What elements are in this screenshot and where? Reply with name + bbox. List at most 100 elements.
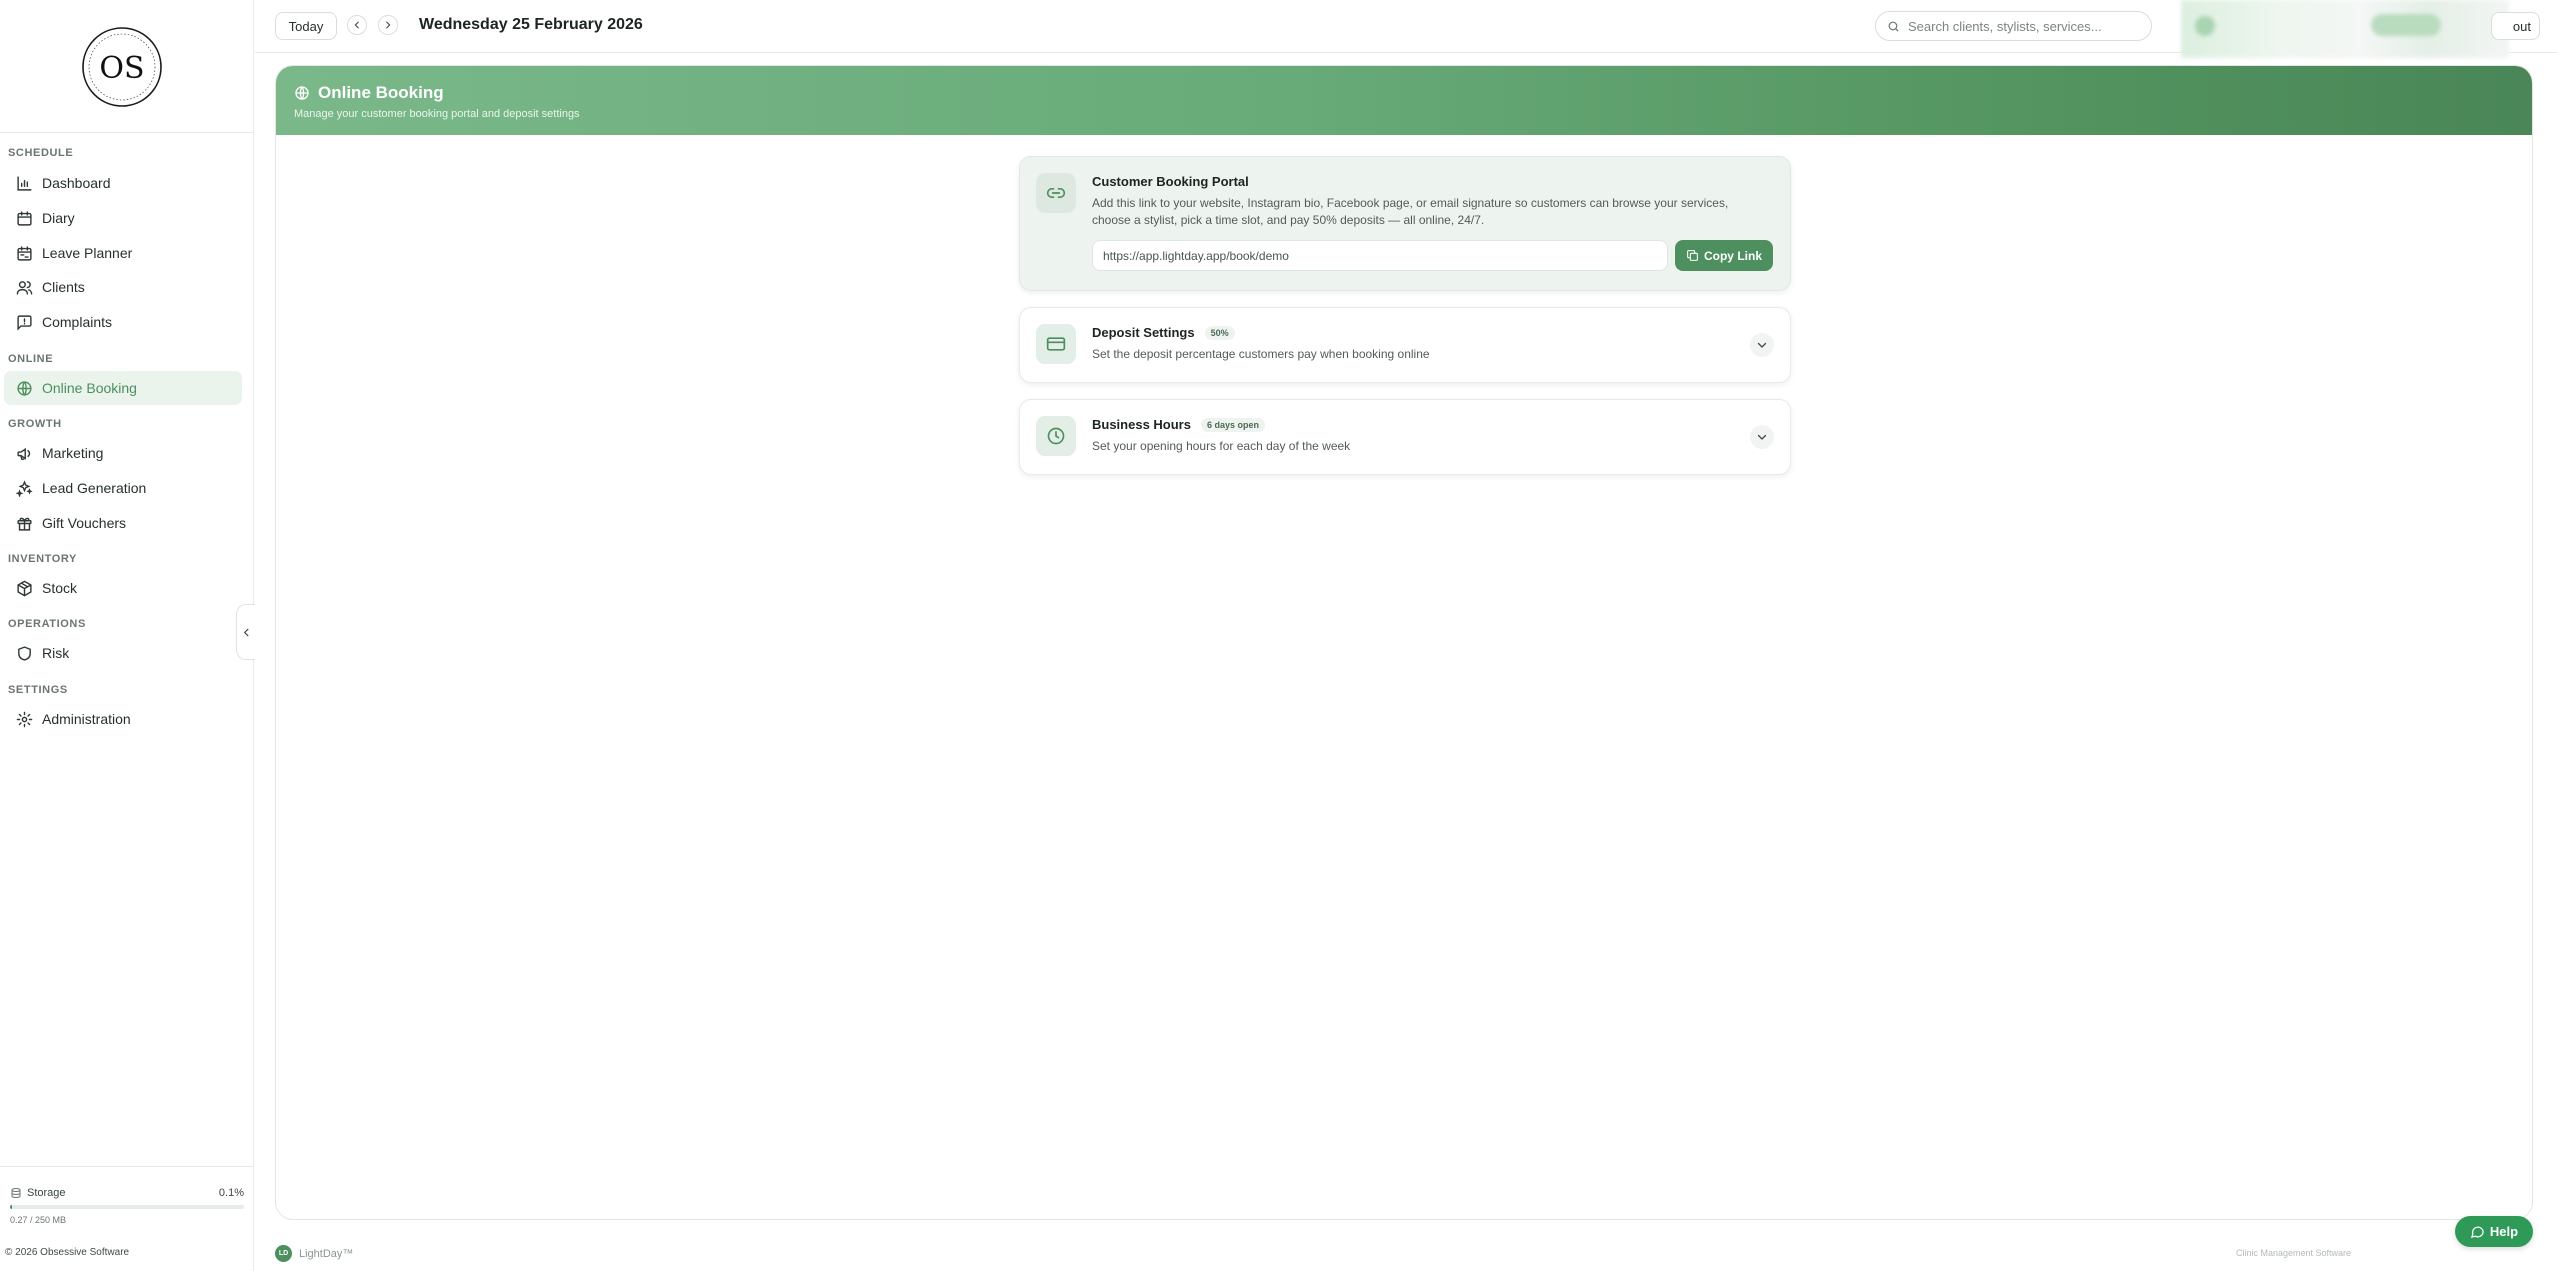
chart-icon [17,175,32,191]
sidebar-item-diary[interactable]: Diary [4,201,242,235]
sidebar-item-risk[interactable]: Risk [4,636,242,670]
booking-url-field[interactable] [1092,240,1668,271]
storage-size: 0.27 / 250 MB [10,1215,67,1225]
globe-icon [17,380,32,396]
link-icon [1046,188,1066,198]
sidebar: OS SCHEDULE Dashboard Diary Leave Planne… [0,0,254,1271]
deposit-title: Deposit Settings 50% [1092,325,1235,340]
credit-card-icon [1046,337,1066,351]
database-icon [11,1188,21,1199]
portal-title-text: Customer Booking Portal [1092,174,1249,189]
sidebar-item-label: Lead Generation [42,480,147,496]
user-profile-area[interactable] [2181,0,2509,58]
top-bar: Today Wednesday 25 February 2026 out [255,0,2557,58]
brand-name: LightDay™ [299,1247,354,1260]
section-growth: GROWTH [8,418,62,430]
sidebar-item-dashboard[interactable]: Dashboard [4,166,242,200]
copy-link-button[interactable]: Copy Link [1675,240,1773,271]
copy-link-label: Copy Link [1703,248,1762,263]
sidebar-item-stock[interactable]: Stock [4,571,242,605]
copyright: © 2026 Obsessive Software [5,1247,130,1258]
sidebar-item-marketing[interactable]: Marketing [4,436,242,470]
sidebar-collapse-button[interactable] [236,604,255,660]
hours-badge: 6 days open [1200,417,1266,432]
message-square-icon [17,314,32,331]
storage-progress-fill [10,1205,13,1209]
globe-icon [295,86,309,100]
section-settings: SETTINGS [8,684,68,696]
clock-icon [1047,427,1065,445]
search-box[interactable] [1875,11,2152,41]
hours-title-text: Business Hours [1092,417,1191,432]
sidebar-item-complaints[interactable]: Complaints [4,305,242,339]
section-operations: OPERATIONS [8,618,86,630]
footer-brand: LD LightDay™ [275,1245,353,1262]
shield-icon [18,645,31,661]
sidebar-item-label: Marketing [42,445,104,461]
next-day-button[interactable] [378,15,398,35]
deposit-badge: 50% [1204,325,1235,340]
sidebar-item-lead-generation[interactable]: Lead Generation [4,471,242,505]
portal-description: Add this link to your website, Instagram… [1092,196,1729,227]
sidebar-item-label: Administration [42,711,131,727]
sidebar-item-label: Risk [42,645,70,661]
calendar-icon [17,210,32,226]
avatar [2195,16,2215,36]
storage-label: Storage [27,1187,66,1199]
page-title: Online Booking [318,83,444,102]
section-online: ONLINE [8,353,54,365]
sidebar-item-label: Complaints [42,314,113,330]
page-title-row: Online Booking [294,83,444,103]
sidebar-item-gift-vouchers[interactable]: Gift Vouchers [4,506,242,540]
users-icon [16,280,33,295]
storage-percent: 0.1% [218,1187,244,1199]
brand-logo: LD [275,1245,292,1262]
search-icon [1888,21,1899,31]
gift-icon [17,517,32,531]
deposit-settings-card[interactable]: Deposit Settings 50% Set the deposit per… [1019,307,1791,383]
sidebar-item-label: Gift Vouchers [42,515,127,531]
footer-tagline: Clinic Management Software [2236,1248,2352,1258]
chevron-down-icon [1757,434,1767,440]
help-button[interactable]: Help [2455,1216,2533,1247]
portal-icon-box [1036,173,1076,213]
sidebar-item-label: Online Booking [42,380,137,396]
deposit-description: Set the deposit percentage customers pay… [1092,347,1430,361]
company-logo[interactable]: OS [81,26,163,108]
storage-widget: Storage 0.1% 0.27 / 250 MB [0,1166,254,1226]
sidebar-item-leave-planner[interactable]: Leave Planner [4,236,242,270]
sparkles-icon [16,479,33,497]
page-header-banner: Online Booking Manage your customer book… [276,66,2532,135]
deposit-title-text: Deposit Settings [1092,325,1195,340]
booking-portal-card: Customer Booking Portal Add this link to… [1019,156,1791,291]
sidebar-item-online-booking[interactable]: Online Booking [4,371,242,405]
previous-day-button[interactable] [347,15,367,35]
logout-button[interactable]: out [2491,12,2540,40]
main-panel: Online Booking Manage your customer book… [275,65,2533,1220]
search-input[interactable] [1908,18,2143,34]
gear-icon [16,711,33,727]
hours-description: Set your opening hours for each day of t… [1092,439,1351,453]
sidebar-item-label: Leave Planner [42,245,133,261]
deposit-icon-box [1036,324,1076,364]
business-hours-card[interactable]: Business Hours 6 days open Set your open… [1019,399,1791,475]
calendar-range-icon [17,245,32,261]
portal-title: Customer Booking Portal [1092,174,1249,189]
logout-label: out [2512,18,2531,34]
sidebar-item-label: Clients [42,279,85,295]
section-inventory: INVENTORY [8,553,77,565]
today-button[interactable]: Today [275,12,337,40]
chevron-left-icon [354,21,359,29]
hours-expand-button[interactable] [1750,425,1774,449]
logo-text: OS [99,51,144,86]
chevron-left-icon [243,628,248,636]
sidebar-item-administration[interactable]: Administration [4,702,242,736]
section-schedule: SCHEDULE [8,147,74,159]
storage-progress-bar [10,1205,244,1209]
sidebar-item-clients[interactable]: Clients [4,270,242,304]
current-date: Wednesday 25 February 2026 [419,16,643,33]
deposit-expand-button[interactable] [1750,333,1774,357]
help-label: Help [2489,1224,2519,1239]
sidebar-item-label: Dashboard [42,175,111,191]
copy-icon [1687,250,1698,261]
